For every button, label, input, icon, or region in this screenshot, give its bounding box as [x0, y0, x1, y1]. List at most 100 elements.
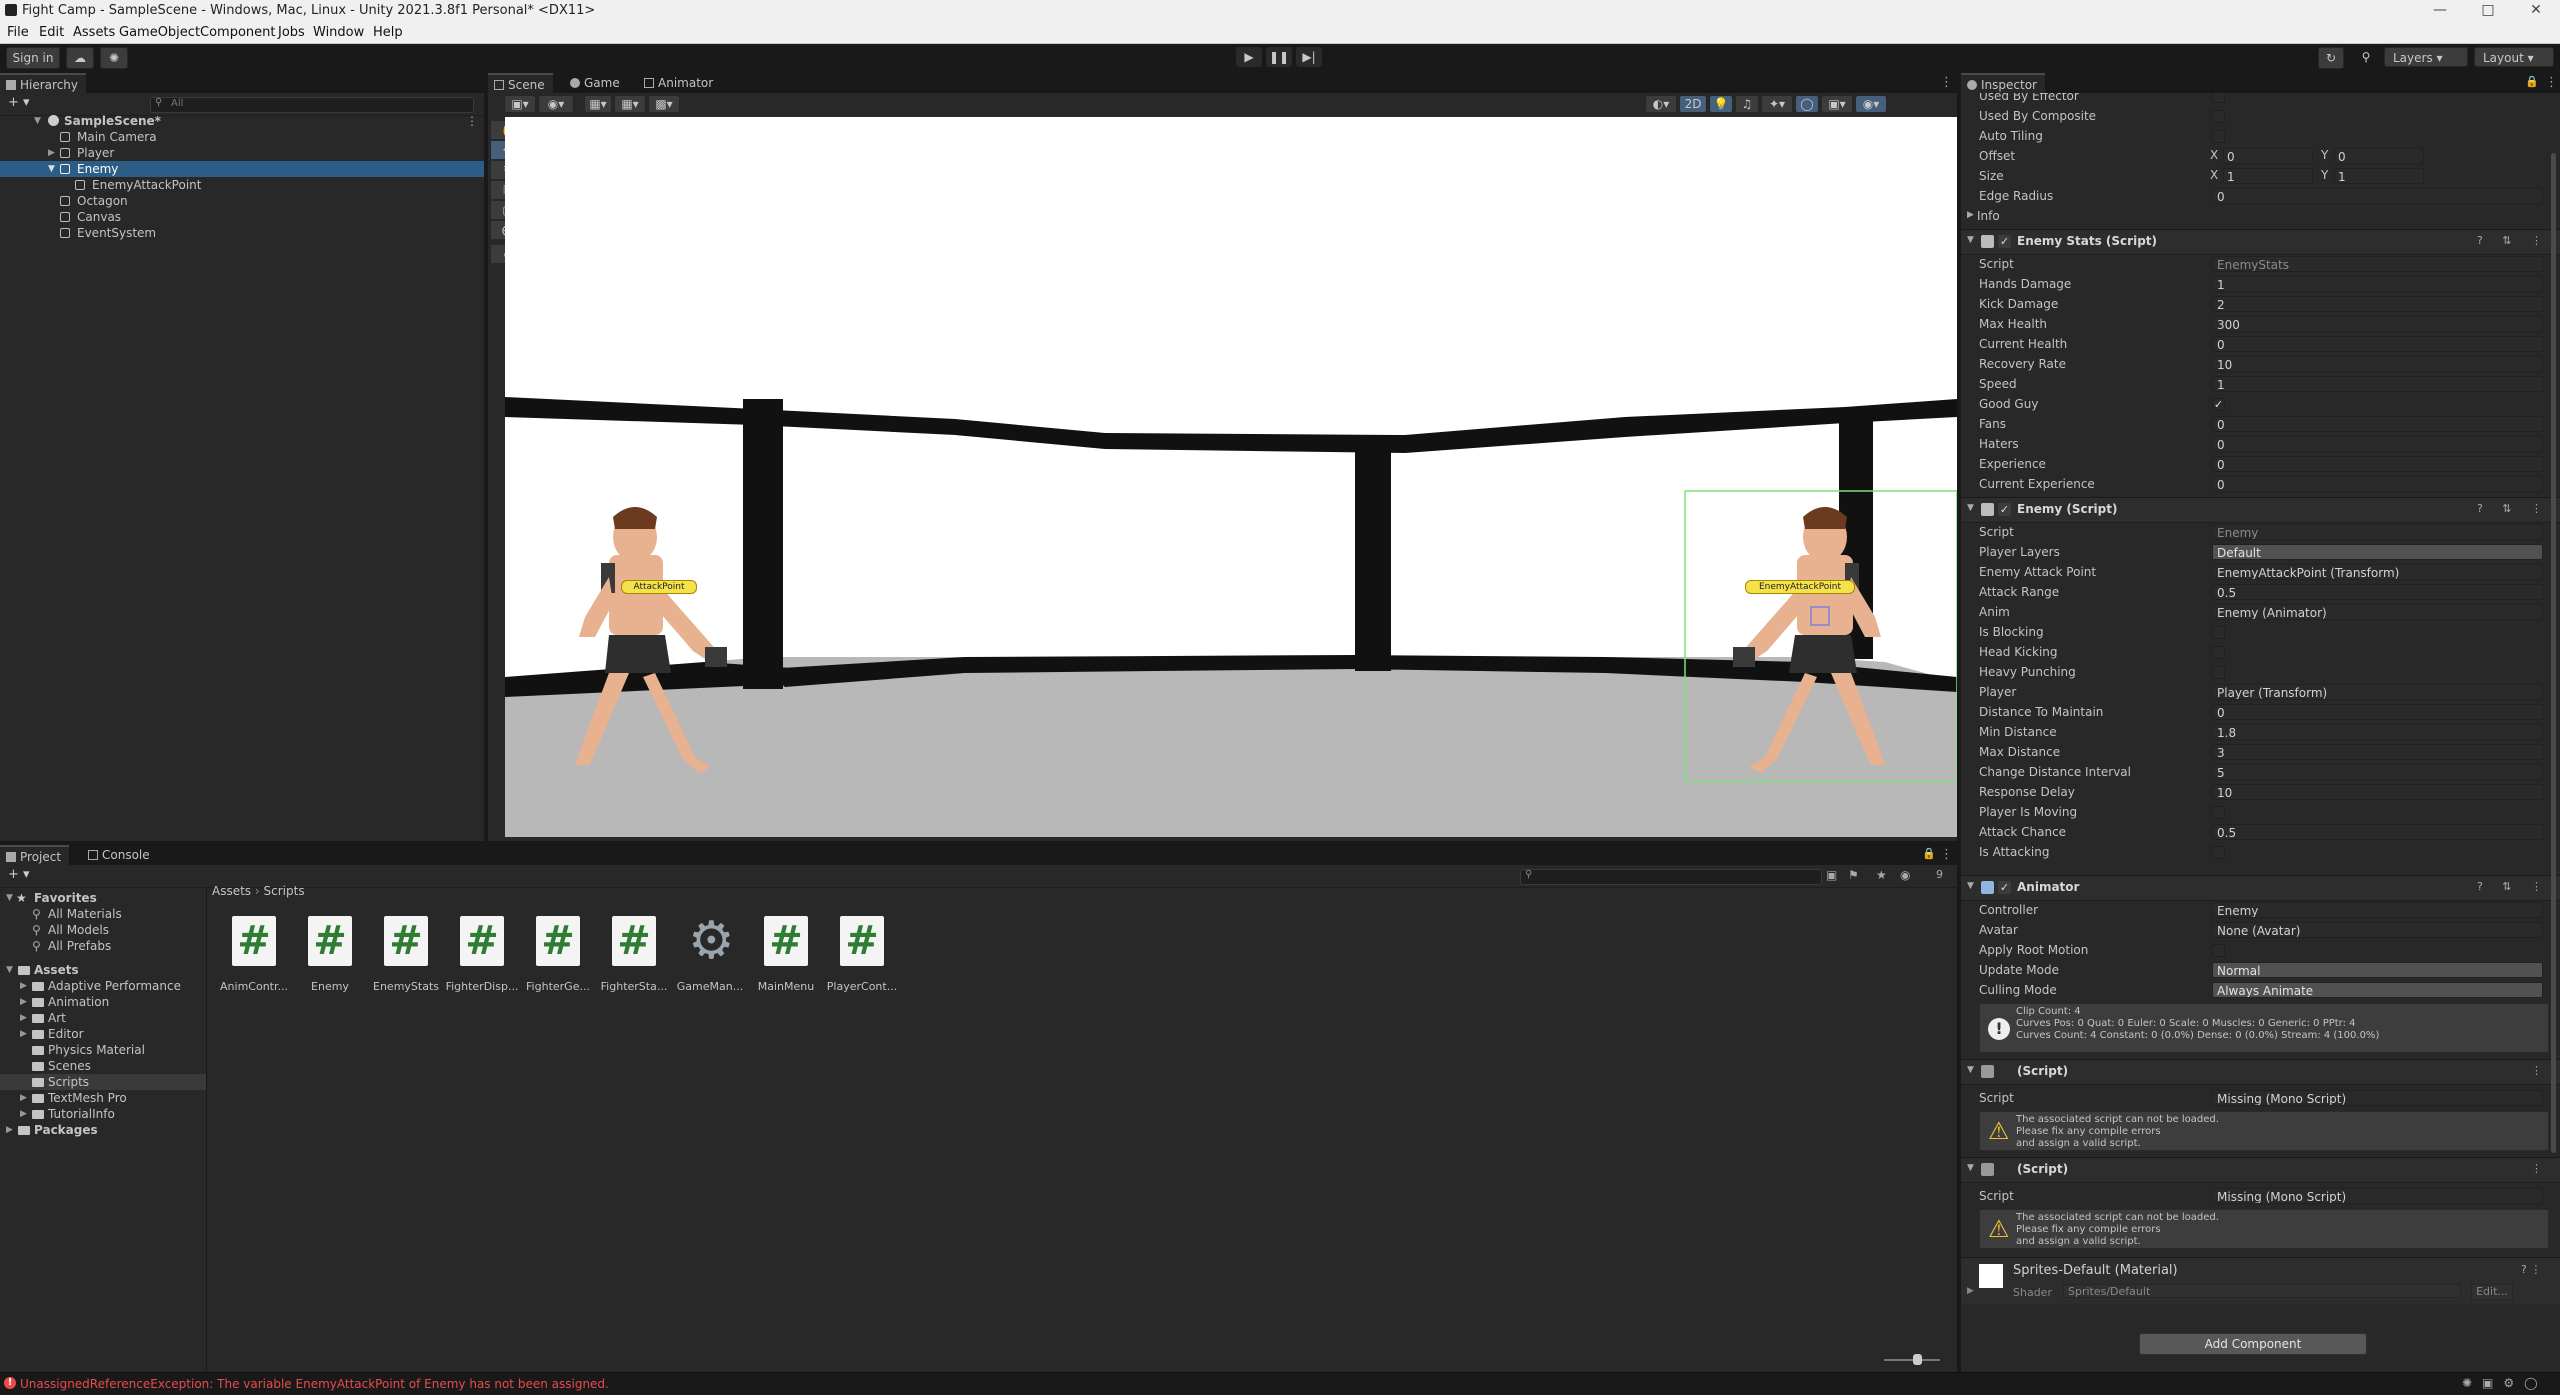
component-header-missing-script-1[interactable]: ▼ (Script) ⋮	[1961, 1059, 2560, 1085]
audio-icon[interactable]: ♫	[1735, 95, 1759, 113]
dropdown[interactable]: Normal	[2212, 962, 2543, 978]
shader-dropdown[interactable]: Sprites/Default	[2063, 1284, 2461, 1298]
search-by-type-icon[interactable]: ▣	[1826, 868, 1837, 882]
checkbox[interactable]	[2212, 646, 2225, 659]
asset-fightergenerator[interactable]: # FighterGe...	[520, 916, 596, 996]
offset-y-input[interactable]: 0	[2334, 148, 2424, 164]
lock-icon[interactable]: 🔒	[2525, 75, 2539, 88]
sign-in-button[interactable]: Sign in	[6, 47, 60, 69]
maximize-icon[interactable]: □	[2468, 2, 2508, 20]
size-x-input[interactable]: 1	[2223, 168, 2313, 184]
hierarchy-item-eventsystem[interactable]: EventSystem	[0, 225, 484, 241]
offset-x-input[interactable]: 0	[2223, 148, 2313, 164]
menu-jobs[interactable]: Jobs	[278, 25, 305, 40]
add-component-button[interactable]: Add Component	[2139, 1333, 2367, 1355]
asset-enemystats[interactable]: # EnemyStats	[368, 916, 444, 996]
collab-icon[interactable]: ✺	[100, 47, 128, 69]
inspector-scrollbar[interactable]	[2551, 153, 2556, 1153]
component-enabled-checkbox[interactable]: ✓	[1998, 503, 2011, 516]
menu-file[interactable]: File	[7, 25, 29, 40]
breadcrumb-assets[interactable]: Assets	[212, 884, 251, 898]
lighting-icon[interactable]: 💡	[1709, 95, 1733, 113]
hierarchy-search-input[interactable]: ⚲ All	[150, 97, 474, 113]
folder-scenes[interactable]: Scenes	[0, 1058, 206, 1074]
script-object-field[interactable]: Missing (Mono Script)	[2212, 1188, 2543, 1204]
material-help-icons[interactable]: ? ⋮	[2521, 1263, 2541, 1276]
checkbox[interactable]	[2212, 846, 2225, 859]
hierarchy-item-enemy[interactable]: ▼ Enemy	[0, 161, 484, 177]
value-field[interactable]: 0	[2212, 704, 2543, 720]
checkbox[interactable]	[2212, 93, 2225, 103]
tab-project[interactable]: Project	[0, 845, 70, 867]
hierarchy-item-main-camera[interactable]: Main Camera	[0, 129, 484, 145]
value-field[interactable]: None (Avatar)	[2212, 922, 2543, 938]
gizmos-icon[interactable]: ◉▾	[1855, 95, 1887, 113]
info-foldout[interactable]: ▶ Info	[1961, 207, 2560, 227]
edit-shader-button[interactable]: Edit...	[2471, 1284, 2513, 1300]
grid-visibility-icon[interactable]: ▦▾	[614, 95, 646, 113]
value-field[interactable]: 300	[2212, 316, 2543, 332]
hierarchy-item-octagon[interactable]: Octagon	[0, 193, 484, 209]
asset-playercontroller[interactable]: # PlayerCont...	[824, 916, 900, 996]
value-field[interactable]: 10	[2212, 356, 2543, 372]
value-field[interactable]: 5	[2212, 764, 2543, 780]
value-field[interactable]: 0	[2212, 336, 2543, 352]
2d-toggle-button[interactable]: 2D	[1679, 95, 1707, 113]
folder-physics-material[interactable]: Physics Material	[0, 1042, 206, 1058]
menu-edit[interactable]: Edit	[39, 25, 64, 40]
more-icon[interactable]: ⋮	[2545, 75, 2558, 90]
component-header-animator[interactable]: ▼ ✓ Animator ? ⇅ ⋮	[1961, 875, 2560, 901]
more-icon[interactable]: ⋮	[2531, 1162, 2550, 1175]
folder-editor[interactable]: ▶ Editor	[0, 1026, 206, 1042]
hierarchy-item-samplescene[interactable]: ▼ SampleScene* ⋮	[0, 113, 484, 129]
expand-arrow-icon[interactable]: ▶	[20, 978, 27, 994]
value-field[interactable]: 0	[2212, 456, 2543, 472]
grid-snap-icon[interactable]: ▦▾	[584, 95, 612, 113]
status-error-message[interactable]: UnassignedReferenceException: The variab…	[20, 1377, 609, 1391]
hidden-packages-icon[interactable]: ◉	[1900, 868, 1910, 882]
component-header-icons[interactable]: ? ⇅ ⋮	[2477, 502, 2550, 515]
more-icon[interactable]: ⋮	[1940, 75, 1953, 90]
favorite-all-models[interactable]: ⚲ All Models	[0, 922, 206, 938]
expand-arrow-icon[interactable]: ▼	[34, 113, 41, 129]
value-field[interactable]: 2	[2212, 296, 2543, 312]
more-icon[interactable]: ⋮	[1940, 847, 1953, 862]
value-field[interactable]: Player (Transform)	[2212, 684, 2543, 700]
asset-fighterdisplay[interactable]: # FighterDisp...	[444, 916, 520, 996]
favorite-all-prefabs[interactable]: ⚲ All Prefabs	[0, 938, 206, 954]
edge-radius-input[interactable]: 0	[2212, 188, 2543, 204]
component-header-enemy-stats[interactable]: ▼ ✓ Enemy Stats (Script) ? ⇅ ⋮	[1961, 229, 2560, 255]
globe-dropdown[interactable]: ◉▾	[538, 95, 574, 113]
value-field[interactable]: 1.8	[2212, 724, 2543, 740]
layout-dropdown[interactable]: Layout ▾	[2474, 47, 2554, 67]
expand-arrow-icon[interactable]: ▶	[1967, 1286, 1974, 1296]
tab-console[interactable]: Console	[82, 845, 158, 865]
expand-arrow-icon[interactable]: ▼	[1967, 235, 1974, 245]
expand-arrow-icon[interactable]: ▶	[20, 1010, 27, 1026]
menu-component[interactable]: Component	[200, 25, 275, 40]
folder-animation[interactable]: ▶ Animation	[0, 994, 206, 1010]
cloud-icon[interactable]: ☁	[66, 47, 94, 69]
checkbox[interactable]	[2212, 806, 2225, 819]
assets-header[interactable]: ▼ Assets	[0, 962, 206, 978]
asset-animcontroller[interactable]: # AnimContr...	[216, 916, 292, 996]
scene-viewport[interactable]: AttackPoint EnemyAttackPoint	[505, 117, 1957, 837]
pause-icon[interactable]: ❚❚	[1266, 47, 1292, 67]
hidden-objects-icon[interactable]: ◯	[1795, 95, 1819, 113]
icon-size-slider-thumb[interactable]	[1913, 1354, 1922, 1365]
tab-animator[interactable]: Animator	[638, 73, 721, 93]
dropdown[interactable]: Always Animate	[2212, 982, 2543, 998]
value-field[interactable]: 0.5	[2212, 584, 2543, 600]
asset-gamemanager[interactable]: ⚙ GameMan...	[672, 915, 748, 996]
script-object-field[interactable]: Missing (Mono Script)	[2212, 1090, 2543, 1106]
create-button[interactable]: + ▾	[8, 867, 30, 882]
value-field[interactable]: Enemy	[2212, 524, 2543, 540]
camera-icon[interactable]: ▣▾	[1821, 95, 1853, 113]
checkbox[interactable]	[2212, 944, 2225, 957]
folder-scripts[interactable]: Scripts	[0, 1074, 206, 1090]
component-header-icons[interactable]: ? ⇅ ⋮	[2477, 234, 2550, 247]
enemy-attack-point-label[interactable]: EnemyAttackPoint	[1745, 580, 1855, 594]
more-icon[interactable]: ⋮	[466, 113, 478, 129]
component-enabled-checkbox[interactable]: ✓	[1998, 235, 2011, 248]
component-header-enemy[interactable]: ▼ ✓ Enemy (Script) ? ⇅ ⋮	[1961, 497, 2560, 523]
